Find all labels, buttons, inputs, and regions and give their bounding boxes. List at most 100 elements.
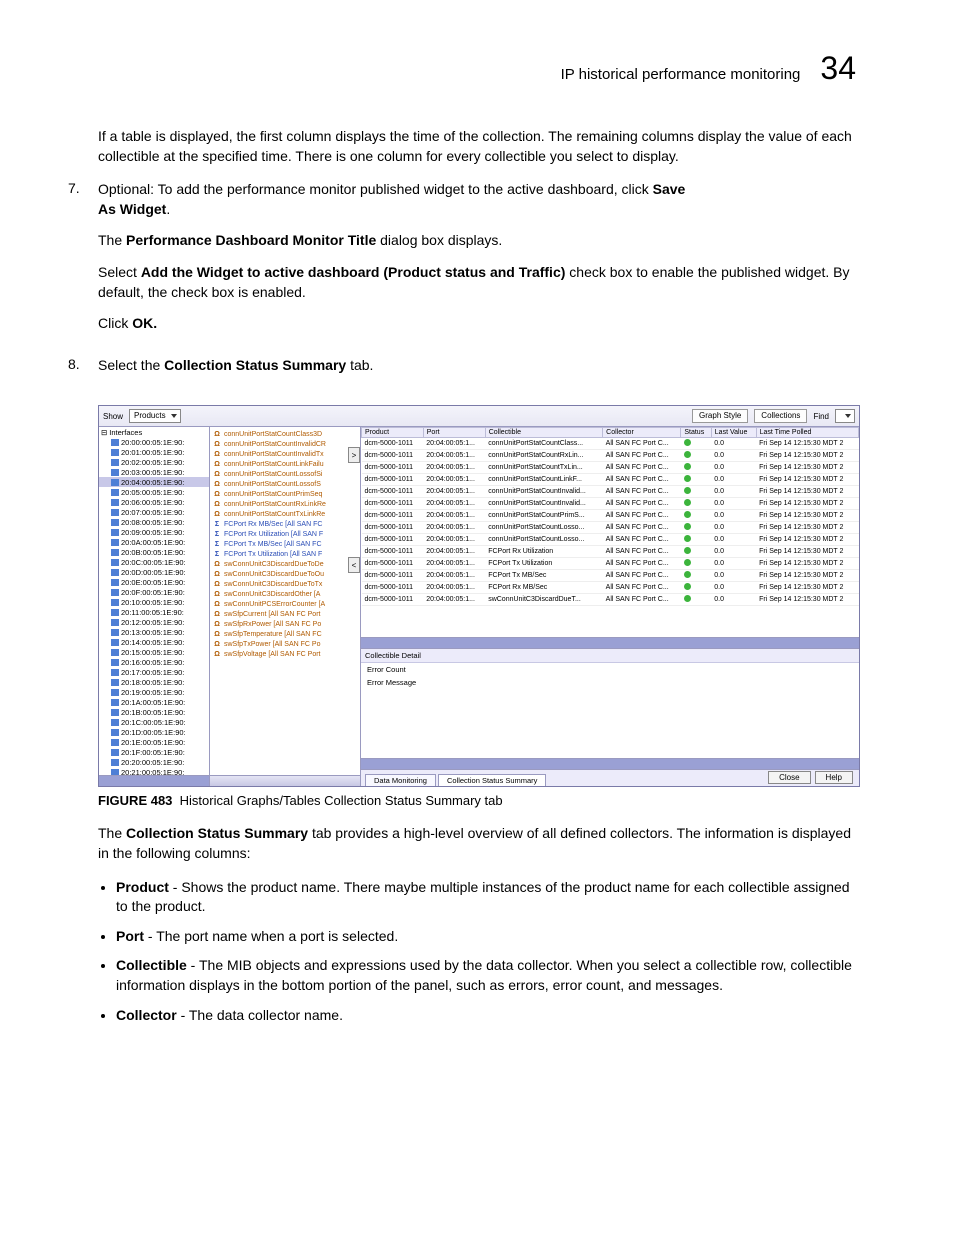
tree-item[interactable]: 20:0D:00:05:1E:90:: [99, 567, 209, 577]
metric-item[interactable]: ΩconnUnitPortStatCountRxLinkRe: [212, 499, 358, 509]
tree-item[interactable]: 20:12:00:05:1E:90:: [99, 617, 209, 627]
metric-item[interactable]: ΩswSfpTemperature [All SAN FC: [212, 629, 358, 639]
tree-item[interactable]: 20:14:00:05:1E:90:: [99, 637, 209, 647]
results-grid[interactable]: ProductPortCollectibleCollectorStatusLas…: [361, 427, 859, 606]
metric-item[interactable]: ΩconnUnitPortStatCountClass3D: [212, 429, 358, 439]
grid-header[interactable]: Status: [681, 428, 711, 438]
tree-item[interactable]: 20:1C:00:05:1E:90:: [99, 717, 209, 727]
cell-port: 20:04:00:05:1...: [423, 450, 485, 462]
tree-root[interactable]: ⊟ Interfaces: [99, 427, 209, 437]
find-select[interactable]: [835, 409, 855, 423]
tree-item[interactable]: 20:18:00:05:1E:90:: [99, 677, 209, 687]
products-select[interactable]: Products: [129, 409, 181, 423]
graph-style-button[interactable]: Graph Style: [692, 409, 748, 423]
device-tree[interactable]: ⊟ Interfaces20:00:00:05:1E:90:20:01:00:0…: [99, 427, 209, 775]
save-as-widget-a: Save: [653, 181, 686, 197]
detail-hscroll[interactable]: [361, 758, 859, 769]
grid-row[interactable]: dcm-5000-101120:04:00:05:1...FCPort Rx U…: [362, 546, 859, 558]
tree-item[interactable]: 20:08:00:05:1E:90:: [99, 517, 209, 527]
metric-item[interactable]: ΩswSfpVoltage [All SAN FC Port: [212, 649, 358, 659]
metric-item[interactable]: ΣFCPort Rx Utilization [All SAN F: [212, 529, 358, 539]
tree-item[interactable]: 20:04:00:05:1E:90:: [99, 477, 209, 487]
grid-row[interactable]: dcm-5000-101120:04:00:05:1...swConnUnitC…: [362, 594, 859, 606]
grid-row[interactable]: dcm-5000-101120:04:00:05:1...connUnitPor…: [362, 522, 859, 534]
metric-item[interactable]: ΣFCPort Tx Utilization [All SAN F: [212, 549, 358, 559]
tree-item[interactable]: 20:13:00:05:1E:90:: [99, 627, 209, 637]
tree-item[interactable]: 20:0B:00:05:1E:90:: [99, 547, 209, 557]
tab-data-monitoring[interactable]: Data Monitoring: [365, 774, 436, 786]
grid-row[interactable]: dcm-5000-101120:04:00:05:1...connUnitPor…: [362, 486, 859, 498]
tree-item[interactable]: 20:02:00:05:1E:90:: [99, 457, 209, 467]
tree-item[interactable]: 20:01:00:05:1E:90:: [99, 447, 209, 457]
metric-item[interactable]: ΩconnUnitPortStatCountInvalidTx: [212, 449, 358, 459]
grid-row[interactable]: dcm-5000-101120:04:00:05:1...FCPort Tx U…: [362, 558, 859, 570]
tree-item[interactable]: 20:10:00:05:1E:90:: [99, 597, 209, 607]
grid-row[interactable]: dcm-5000-101120:04:00:05:1...FCPort Tx M…: [362, 570, 859, 582]
tree-item[interactable]: 20:09:00:05:1E:90:: [99, 527, 209, 537]
metric-item[interactable]: ΩconnUnitPortStatCountLossofSi: [212, 469, 358, 479]
grid-header[interactable]: Port: [423, 428, 485, 438]
tree-item[interactable]: 20:15:00:05:1E:90:: [99, 647, 209, 657]
port-icon: [111, 669, 119, 676]
grid-row[interactable]: dcm-5000-101120:04:00:05:1...connUnitPor…: [362, 462, 859, 474]
grid-row[interactable]: dcm-5000-101120:04:00:05:1...FCPort Rx M…: [362, 582, 859, 594]
tree-item[interactable]: 20:16:00:05:1E:90:: [99, 657, 209, 667]
metric-item[interactable]: ΩswConnUnitC3DiscardOther [A: [212, 589, 358, 599]
tree-item[interactable]: 20:19:00:05:1E:90:: [99, 687, 209, 697]
move-right-button[interactable]: >: [348, 447, 360, 463]
metric-item[interactable]: ΩswSfpCurrent [All SAN FC Port: [212, 609, 358, 619]
grid-header[interactable]: Product: [362, 428, 424, 438]
metric-item[interactable]: ΩswConnUnitPCSErrorCounter [A: [212, 599, 358, 609]
tree-item[interactable]: 20:0F:00:05:1E:90:: [99, 587, 209, 597]
grid-row[interactable]: dcm-5000-101120:04:00:05:1...connUnitPor…: [362, 498, 859, 510]
tree-item[interactable]: 20:07:00:05:1E:90:: [99, 507, 209, 517]
grid-header[interactable]: Last Time Polled: [756, 428, 858, 438]
port-icon: [111, 739, 119, 746]
tree-item[interactable]: 20:0E:00:05:1E:90:: [99, 577, 209, 587]
grid-row[interactable]: dcm-5000-101120:04:00:05:1...connUnitPor…: [362, 534, 859, 546]
metric-item[interactable]: ΩswSfpRxPower [All SAN FC Po: [212, 619, 358, 629]
tab-collection-status-summary[interactable]: Collection Status Summary: [438, 774, 546, 786]
metric-item[interactable]: ΩconnUnitPortStatCountLinkFailu: [212, 459, 358, 469]
tree-item[interactable]: 20:21:00:05:1E:90:: [99, 767, 209, 775]
tree-item[interactable]: 20:17:00:05:1E:90:: [99, 667, 209, 677]
metric-item[interactable]: ΩswConnUnitC3DiscardDueToDe: [212, 559, 358, 569]
grid-row[interactable]: dcm-5000-101120:04:00:05:1...connUnitPor…: [362, 474, 859, 486]
metrics-hscroll[interactable]: [210, 775, 360, 786]
tree-item[interactable]: 20:00:00:05:1E:90:: [99, 437, 209, 447]
metric-item[interactable]: ΩswConnUnitC3DiscardDueToTx: [212, 579, 358, 589]
tree-item[interactable]: 20:1B:00:05:1E:90:: [99, 707, 209, 717]
help-button[interactable]: Help: [815, 771, 853, 784]
collections-button[interactable]: Collections: [754, 409, 807, 423]
close-button[interactable]: Close: [768, 771, 810, 784]
metric-item[interactable]: ΣFCPort Tx MB/Sec [All SAN FC: [212, 539, 358, 549]
tree-item[interactable]: 20:05:00:05:1E:90:: [99, 487, 209, 497]
tree-item[interactable]: 20:20:00:05:1E:90:: [99, 757, 209, 767]
grid-header[interactable]: Last Value: [711, 428, 756, 438]
tree-item[interactable]: 20:0C:00:05:1E:90:: [99, 557, 209, 567]
tree-item[interactable]: 20:1E:00:05:1E:90:: [99, 737, 209, 747]
grid-header[interactable]: Collectible: [485, 428, 602, 438]
metric-item[interactable]: ΩswConnUnitC3DiscardDueToOu: [212, 569, 358, 579]
grid-row[interactable]: dcm-5000-101120:04:00:05:1...connUnitPor…: [362, 510, 859, 522]
tree-item[interactable]: 20:1F:00:05:1E:90:: [99, 747, 209, 757]
metric-item[interactable]: ΩconnUnitPortStatCountLossofS: [212, 479, 358, 489]
grid-header[interactable]: Collector: [603, 428, 681, 438]
metric-item[interactable]: ΩconnUnitPortStatCountInvalidCR: [212, 439, 358, 449]
metric-item[interactable]: ΩswSfpTxPower [All SAN FC Po: [212, 639, 358, 649]
tree-item[interactable]: 20:0A:00:05:1E:90:: [99, 537, 209, 547]
tree-item[interactable]: 20:06:00:05:1E:90:: [99, 497, 209, 507]
grid-row[interactable]: dcm-5000-101120:04:00:05:1...connUnitPor…: [362, 438, 859, 450]
tree-item[interactable]: 20:1D:00:05:1E:90:: [99, 727, 209, 737]
metric-item[interactable]: ΩconnUnitPortStatCountPrimSeq: [212, 489, 358, 499]
tree-item[interactable]: 20:03:00:05:1E:90:: [99, 467, 209, 477]
move-left-button[interactable]: <: [348, 557, 360, 573]
metrics-list[interactable]: ΩconnUnitPortStatCountClass3DΩconnUnitPo…: [210, 427, 360, 661]
tree-hscroll[interactable]: [99, 775, 209, 786]
metric-item[interactable]: ΩconnUnitPortStatCountTxLinkRe: [212, 509, 358, 519]
metric-item[interactable]: ΣFCPort Rx MB/Sec [All SAN FC: [212, 519, 358, 529]
tree-item[interactable]: 20:1A:00:05:1E:90:: [99, 697, 209, 707]
grid-row[interactable]: dcm-5000-101120:04:00:05:1...connUnitPor…: [362, 450, 859, 462]
tree-item[interactable]: 20:11:00:05:1E:90:: [99, 607, 209, 617]
grid-hscroll[interactable]: [361, 637, 859, 648]
